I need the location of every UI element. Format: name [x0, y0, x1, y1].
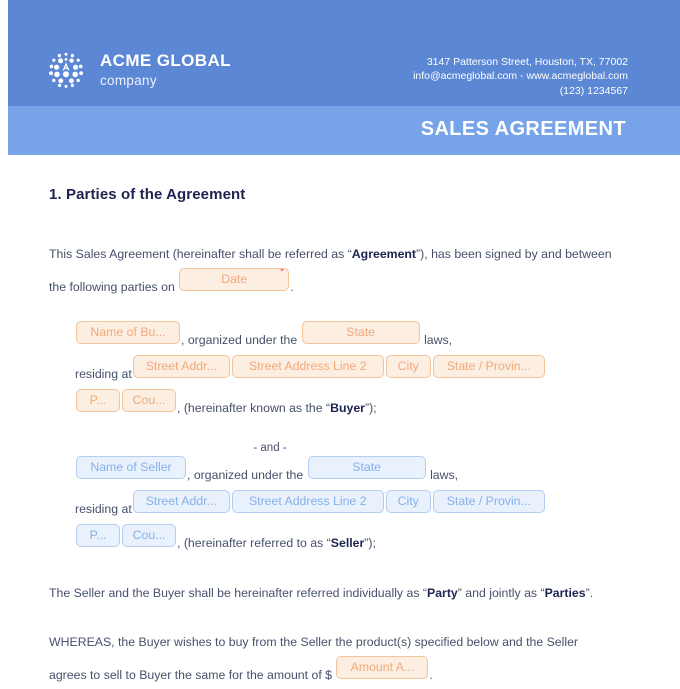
- intro-paragraph: This Sales Agreement (hereinafter shall …: [49, 241, 635, 301]
- date-field[interactable]: Date *: [179, 268, 290, 291]
- whereas-paragraph: WHEREAS, the Buyer wishes to buy from th…: [49, 629, 635, 689]
- globe-dots-icon: [49, 52, 83, 88]
- document-title: SALES AGREEMENT: [420, 118, 626, 140]
- party-bold: Party: [427, 586, 458, 600]
- parties-text-3: ”.: [585, 586, 594, 600]
- contact-address: 3147 Patterson Street, Houston, TX, 7700…: [426, 56, 628, 68]
- amount-placeholder: Amount A...: [350, 660, 415, 674]
- contact-phone: (123) 1234567: [559, 84, 628, 97]
- buyer-city-placeholder: City: [397, 359, 419, 373]
- buyer-tail-post: ”);: [364, 401, 377, 415]
- buyer-street2-field[interactable]: Street Address Line 2: [231, 355, 384, 378]
- agreement-bold: Agreement: [351, 247, 417, 261]
- intro-period: .: [290, 280, 294, 294]
- seller-tail-post: ”);: [364, 536, 376, 550]
- seller-residing-text: residing at: [75, 502, 132, 516]
- seller-state-province-field[interactable]: State / Provin...: [432, 490, 545, 513]
- seller-postal-field[interactable]: P...: [76, 524, 120, 547]
- seller-postal-placeholder: P...: [89, 528, 107, 542]
- seller-address-row: residing at Street Addr... Street Address …: [75, 490, 635, 523]
- buyer-street1-field[interactable]: Street Addr...: [132, 355, 230, 378]
- buyer-tail-pre: , (hereinafter known as the “: [177, 401, 331, 415]
- intro-text-part2: ”), has been signed by and between: [416, 247, 612, 261]
- seller-organized-text: , organized under the: [187, 468, 304, 482]
- document-page: ACME GLOBAL company 3147 Patterson Stree…: [0, 0, 680, 682]
- buyer-name-placeholder: Name of Bu...: [90, 325, 166, 339]
- seller-state-province-placeholder: State / Provin...: [446, 494, 531, 508]
- buyer-laws-text: laws,: [424, 333, 453, 347]
- seller-name-row: Name of Seller , organized under the Stat…: [75, 456, 635, 493]
- buyer-bold: Buyer: [330, 401, 365, 415]
- seller-postal-row: P... Cou... , (hereinafter referred to as …: [75, 524, 635, 557]
- seller-name-placeholder: Name of Seller: [90, 460, 172, 474]
- buyer-street2-placeholder: Street Address Line 2: [248, 359, 367, 373]
- company-logo: ACME GLOBAL company: [44, 48, 231, 92]
- seller-street1-field[interactable]: Street Addr...: [132, 490, 230, 513]
- company-subtitle: company: [100, 73, 157, 89]
- whereas-period: .: [429, 668, 433, 682]
- buyer-city-field[interactable]: City: [385, 355, 431, 378]
- buyer-organized-text: , organized under the: [181, 333, 298, 347]
- buyer-state-province-placeholder: State / Provin...: [446, 359, 531, 373]
- seller-street2-field[interactable]: Street Address Line 2: [231, 490, 384, 513]
- seller-city-placeholder: City: [397, 494, 419, 508]
- amount-field[interactable]: Amount A...: [336, 656, 429, 679]
- buyer-state-field[interactable]: State: [301, 321, 420, 344]
- buyer-postal-row: P... Cou... , (hereinafter known as the “B…: [75, 389, 635, 422]
- intro-line2-text: the following parties on: [49, 280, 175, 294]
- company-name: ACME GLOBAL: [100, 51, 231, 71]
- parties-bold: Parties: [544, 586, 586, 600]
- buyer-state-placeholder: State: [346, 325, 376, 339]
- seller-tail-pre: , (hereinafter referred to as “: [177, 536, 331, 550]
- parties-definition-paragraph: The Seller and the Buyer shall be herein…: [49, 580, 635, 607]
- buyer-street1-placeholder: Street Addr...: [145, 359, 217, 373]
- seller-street2-placeholder: Street Address Line 2: [248, 494, 367, 508]
- seller-state-underline: State: [268, 456, 435, 493]
- seller-party-block: - and - Name of Seller , organized under …: [49, 442, 635, 557]
- seller-country-placeholder: Cou...: [132, 528, 166, 542]
- seller-country-field[interactable]: Cou...: [122, 524, 176, 547]
- whereas-line2: agrees to sell to Buyer the same for the…: [49, 668, 332, 682]
- seller-bold: Seller: [330, 536, 365, 550]
- seller-laws-text: laws,: [430, 468, 459, 482]
- intro-text-part1: This Sales Agreement (hereinafter shall …: [49, 247, 352, 261]
- buyer-state-province-field[interactable]: State / Provin...: [432, 355, 545, 378]
- buyer-address-row: residing at Street Addr... Street Address …: [75, 355, 635, 388]
- buyer-country-placeholder: Cou...: [132, 393, 166, 407]
- document-body: 1. Parties of the Agreement This Sales A…: [49, 186, 635, 689]
- buyer-name-row: Name of Bu... , organized under the State…: [75, 321, 635, 358]
- whereas-line1: WHEREAS, the Buyer wishes to buy from th…: [49, 635, 579, 649]
- buyer-country-field[interactable]: Cou...: [122, 389, 176, 412]
- buyer-party-block: Name of Bu... , organized under the State…: [49, 321, 635, 422]
- parties-text-2: ” and jointly as “: [457, 586, 545, 600]
- buyer-state-underline: State: [262, 321, 429, 358]
- required-asterisk: *: [279, 268, 285, 278]
- seller-street1-placeholder: Street Addr...: [145, 494, 217, 508]
- seller-state-field[interactable]: State: [307, 456, 426, 479]
- and-separator: - and -: [253, 442, 287, 454]
- buyer-name-field[interactable]: Name of Bu...: [76, 321, 180, 344]
- buyer-postal-placeholder: P...: [89, 393, 107, 407]
- seller-state-placeholder: State: [352, 460, 382, 474]
- seller-name-field[interactable]: Name of Seller: [76, 456, 186, 479]
- section-heading: 1. Parties of the Agreement: [49, 186, 246, 203]
- parties-text-1: The Seller and the Buyer shall be herein…: [49, 586, 427, 600]
- date-field-placeholder: Date: [221, 272, 248, 286]
- contact-email-website: info@acmeglobal.com - www.acmeglobal.com: [413, 70, 628, 83]
- buyer-postal-field[interactable]: P...: [76, 389, 120, 412]
- buyer-residing-text: residing at: [75, 367, 132, 381]
- company-contact-info: 3147 Patterson Street, Houston, TX, 7700…: [413, 55, 628, 98]
- seller-city-field[interactable]: City: [385, 490, 431, 513]
